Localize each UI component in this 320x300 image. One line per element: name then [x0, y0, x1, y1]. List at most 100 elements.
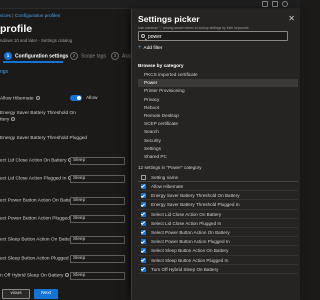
setting-name: Select Sleep Button Action On Battery: [151, 248, 229, 254]
category-item[interactable]: SCEP certificate: [138, 120, 298, 128]
setting-name: Turn Off Hybrid Sleep On Battery: [151, 266, 219, 272]
settings-search-input[interactable]: power: [138, 31, 288, 41]
step-configuration-settings[interactable]: 1 Configuration settings: [4, 52, 68, 60]
step-label: Configuration settings: [15, 53, 69, 60]
lid-close-battery-select[interactable]: Sleep: [70, 157, 125, 165]
step-number: 2: [70, 52, 78, 60]
add-filter-label: Add filter: [143, 46, 163, 51]
column-header-setting-name: Setting name: [151, 174, 179, 180]
category-list: PKCS imported certificate Power Printer …: [138, 71, 298, 161]
sleep-button-battery-label: ect Sleep Button Action On Battery: [0, 237, 80, 242]
energy-saver-plugged-label: Energy Saver Battery Threshold Plugged: [0, 136, 88, 141]
wizard-footer: vious Next: [0, 288, 120, 300]
info-icon[interactable]: [35, 96, 40, 100]
top-bar: [0, 0, 300, 9]
category-item[interactable]: Settings: [138, 145, 298, 153]
sleep-button-plugged-label: ect Sleep Button Action Plugged In: [0, 256, 80, 261]
info-icon[interactable]: [11, 117, 16, 121]
setting-name: Select Power Button Action Plugged In: [151, 239, 230, 245]
breadcrumb-link-devices[interactable]: vices: [0, 14, 11, 19]
settings-picker-panel: Settings picker ✕ Use commas "," among s…: [131, 9, 300, 300]
setting-name: Select Power Button Action On Battery: [151, 229, 230, 235]
category-item[interactable]: Security: [138, 137, 298, 145]
setting-checkbox[interactable]: [141, 220, 146, 226]
table-row[interactable]: Turn Off Hybrid Sleep On Battery: [138, 265, 298, 274]
setting-name: Energy Saver Battery Threshold Plugged I…: [151, 202, 240, 208]
energy-saver-battery-label: Energy Saver Battery Threshold On: [0, 111, 76, 116]
category-item[interactable]: Search: [138, 128, 298, 136]
table-row[interactable]: Allow Hibernate: [138, 182, 298, 192]
category-item-selected[interactable]: Power: [138, 79, 298, 88]
setting-checkbox[interactable]: [141, 257, 146, 263]
table-row[interactable]: Select Sleep Button Action On Battery: [138, 246, 298, 256]
browse-by-category-label: Browse by category: [138, 64, 184, 69]
breadcrumb-link-configuration-profiles[interactable]: Configuration profiles: [15, 14, 60, 19]
step-scope-tags[interactable]: 2 Scope tags: [70, 52, 106, 60]
allow-hibernate-label: Allow Hibernate: [0, 96, 40, 101]
active-step-indicator: [3, 61, 63, 63]
step-number: 1: [4, 52, 12, 60]
info-icon[interactable]: [65, 273, 70, 277]
notifications-icon[interactable]: [262, 1, 268, 7]
step-number: 3: [111, 52, 119, 60]
step-label: Scope tags: [81, 53, 107, 60]
add-filter-button[interactable]: + Add filter: [138, 45, 162, 55]
page-subtitle: ndows 10 and later - Settings catalog: [0, 38, 73, 43]
category-item[interactable]: Printer Provisioning: [138, 87, 298, 95]
close-icon[interactable]: ✕: [288, 14, 295, 23]
table-row[interactable]: Energy Saver Battery Threshold Plugged I…: [138, 200, 298, 210]
setting-name: Select Lid Close Action On Battery: [151, 211, 222, 217]
settings-table: Setting name Allow Hibernate Energy Save…: [138, 173, 298, 274]
plus-icon: +: [138, 45, 142, 51]
sleep-button-plugged-select[interactable]: Sleep: [70, 255, 125, 263]
account-icon[interactable]: [282, 1, 288, 7]
page-title: profile: [0, 23, 33, 35]
settings-icon[interactable]: [272, 1, 278, 7]
setting-checkbox[interactable]: [141, 248, 146, 254]
setting-name: Allow Hibernate: [151, 184, 184, 189]
lid-close-plugged-select[interactable]: Sleep: [70, 175, 125, 183]
setting-name: Select Lid Close Action Plugged In: [151, 220, 222, 226]
setting-checkbox[interactable]: [141, 229, 146, 235]
lid-close-plugged-label: ect Lid Close Action Plugged In: [0, 176, 73, 181]
next-button[interactable]: Next: [34, 289, 58, 299]
lid-close-battery-label: ect Lid Close Action On Battery: [0, 158, 73, 163]
sleep-button-battery-select[interactable]: Sleep: [70, 236, 125, 244]
breadcrumb-separator: |: [12, 14, 14, 19]
setting-name: Select Sleep Button Action Plugged In: [151, 257, 229, 263]
previous-button[interactable]: vious: [2, 289, 30, 299]
setting-checkbox[interactable]: [141, 211, 146, 217]
setting-checkbox[interactable]: [141, 184, 146, 189]
category-item[interactable]: PKCS imported certificate: [138, 71, 298, 79]
category-item[interactable]: Remote Desktop: [138, 112, 298, 120]
allow-hibernate-toggle[interactable]: [70, 95, 82, 101]
table-row[interactable]: Select Lid Close Action On Battery: [138, 210, 298, 219]
table-row[interactable]: Select Power Button Action On Battery: [138, 228, 298, 238]
setting-checkbox[interactable]: [141, 266, 146, 272]
power-button-battery-select[interactable]: Sleep: [70, 197, 125, 205]
hybrid-sleep-battery-select[interactable]: Sleep: [70, 272, 125, 280]
table-row[interactable]: Energy Saver Battery Threshold On Batter…: [138, 191, 298, 201]
breadcrumb: vices | Configuration profiles: [0, 14, 60, 19]
setting-checkbox[interactable]: [141, 239, 146, 245]
category-item[interactable]: Reboot: [138, 104, 298, 112]
select-all-checkbox[interactable]: [141, 175, 146, 180]
hybrid-sleep-battery-label: n Off Hybrid Sleep On Battery: [0, 273, 70, 278]
setting-checkbox[interactable]: [141, 193, 146, 199]
picker-title: Settings picker: [138, 14, 200, 24]
power-button-plugged-select[interactable]: Sleep: [70, 215, 125, 223]
category-item[interactable]: Shared PC: [138, 153, 298, 161]
category-item[interactable]: Privacy: [138, 96, 298, 104]
table-row[interactable]: Select Lid Close Action Plugged In: [138, 219, 298, 228]
table-row[interactable]: Select Sleep Button Action Plugged In: [138, 256, 298, 265]
table-row[interactable]: Select Power Button Action Plugged In: [138, 237, 298, 247]
table-header: Setting name: [138, 173, 298, 182]
section-label: ngs: [0, 69, 9, 75]
settings-count-text: 12 settings in "Power" category: [138, 165, 202, 170]
setting-name: Energy Saver Battery Threshold On Batter…: [151, 193, 240, 199]
search-value: power: [148, 34, 162, 40]
search-hint: Use commas "," among search terms to loo…: [138, 26, 249, 30]
allow-hibernate-value: Allow: [86, 96, 98, 101]
search-icon: [141, 34, 145, 38]
setting-checkbox[interactable]: [141, 202, 146, 208]
